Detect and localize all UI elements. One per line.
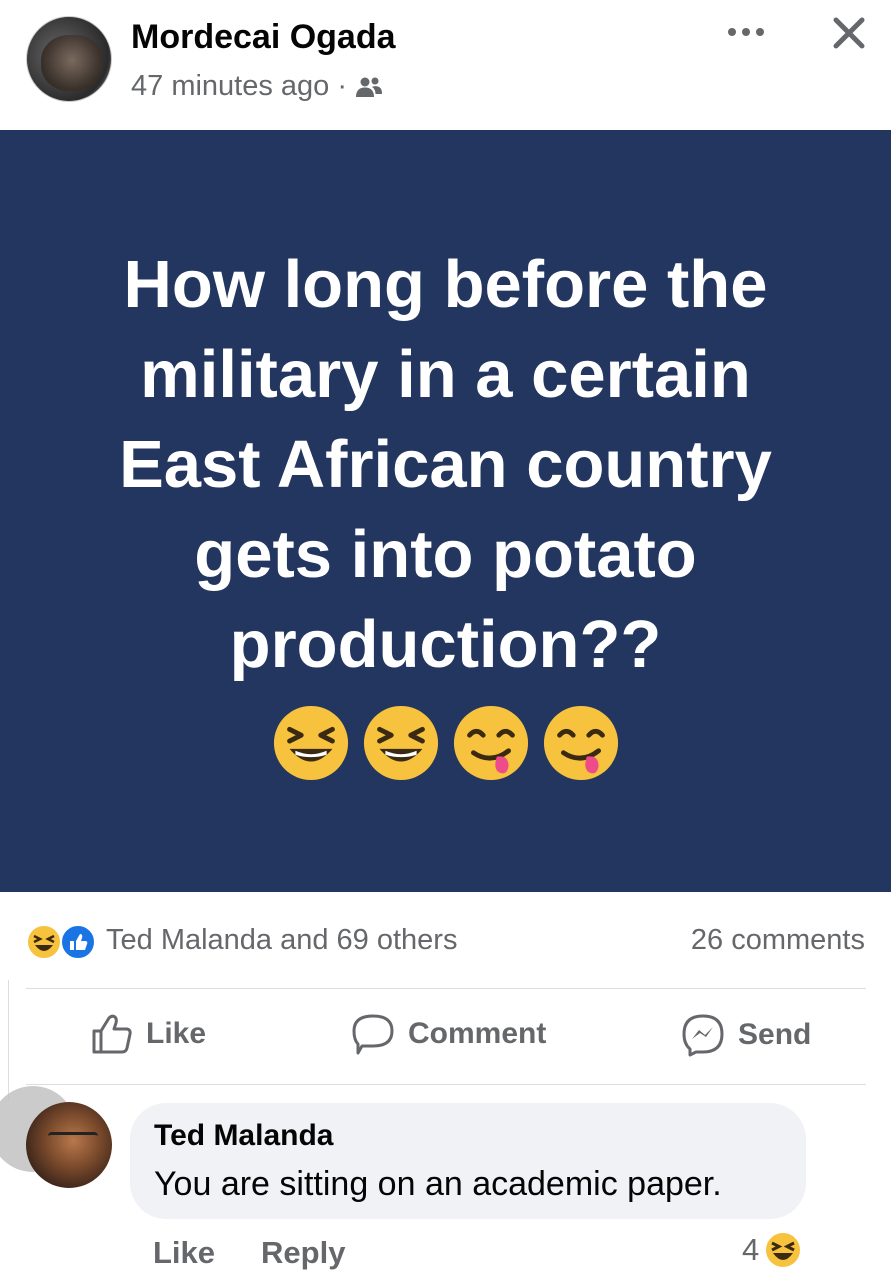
post-text: How long before the military in a certai… — [119, 247, 772, 682]
close-icon — [833, 17, 865, 49]
comment-actions: Like Reply — [153, 1235, 345, 1271]
avatar-glasses — [48, 1132, 98, 1144]
like-button[interactable]: Like — [90, 1012, 206, 1056]
comments-count[interactable]: 26 comments — [691, 924, 865, 957]
reaction-icons — [26, 924, 96, 960]
reactions-label[interactable]: Ted Malanda and 69 others — [106, 924, 457, 957]
messenger-icon — [682, 1014, 724, 1057]
face-savoring-food-icon — [453, 705, 528, 781]
comment-label: Comment — [408, 1017, 547, 1050]
comment-reactions[interactable]: 4 — [742, 1230, 803, 1270]
comment-author[interactable]: Ted Malanda — [154, 1119, 333, 1153]
comment-button[interactable]: Comment — [350, 1012, 546, 1056]
meta-separator: · — [337, 70, 347, 102]
commenter-avatar[interactable] — [26, 1102, 112, 1188]
haha-reaction-icon — [26, 924, 62, 960]
post-text-card[interactable]: How long before the military in a certai… — [0, 130, 891, 892]
send-button[interactable]: Send — [680, 1012, 811, 1058]
thumbs-up-icon — [92, 1014, 132, 1054]
comment-reaction-count: 4 — [742, 1232, 760, 1267]
friends-icon — [355, 77, 382, 97]
comment-like-button[interactable]: Like — [153, 1235, 215, 1271]
comment-bubble[interactable]: Ted Malanda You are sitting on an academ… — [130, 1103, 806, 1219]
author-avatar[interactable] — [26, 16, 112, 102]
post-time[interactable]: 47 minutes ago — [131, 70, 329, 103]
comment-reply-button[interactable]: Reply — [261, 1235, 345, 1271]
post-meta: 47 minutes ago · — [131, 70, 383, 103]
like-label: Like — [146, 1017, 207, 1050]
reactions-summary[interactable]: Ted Malanda and 69 others 26 comments — [0, 920, 891, 964]
more-horizontal-icon — [728, 28, 764, 36]
face-savoring-food-icon — [543, 705, 618, 781]
close-button[interactable] — [826, 10, 872, 56]
comment-text: You are sitting on an academic paper. — [154, 1165, 722, 1203]
more-options-button[interactable] — [726, 12, 766, 52]
post-emoji-row — [272, 704, 620, 782]
author-name[interactable]: Mordecai Ogada — [131, 18, 396, 57]
send-label: Send — [738, 1018, 812, 1051]
avatar-face — [41, 35, 103, 91]
divider — [26, 988, 866, 989]
post-header: Mordecai Ogada 47 minutes ago · — [0, 0, 891, 130]
divider — [26, 1084, 866, 1085]
action-bar: Like Comment Send — [0, 1000, 891, 1074]
comment-icon — [352, 1014, 394, 1055]
like-reaction-icon — [60, 924, 96, 960]
laughing-face-icon — [273, 705, 348, 781]
haha-reaction-icon — [764, 1231, 803, 1269]
laughing-face-icon — [363, 705, 438, 781]
